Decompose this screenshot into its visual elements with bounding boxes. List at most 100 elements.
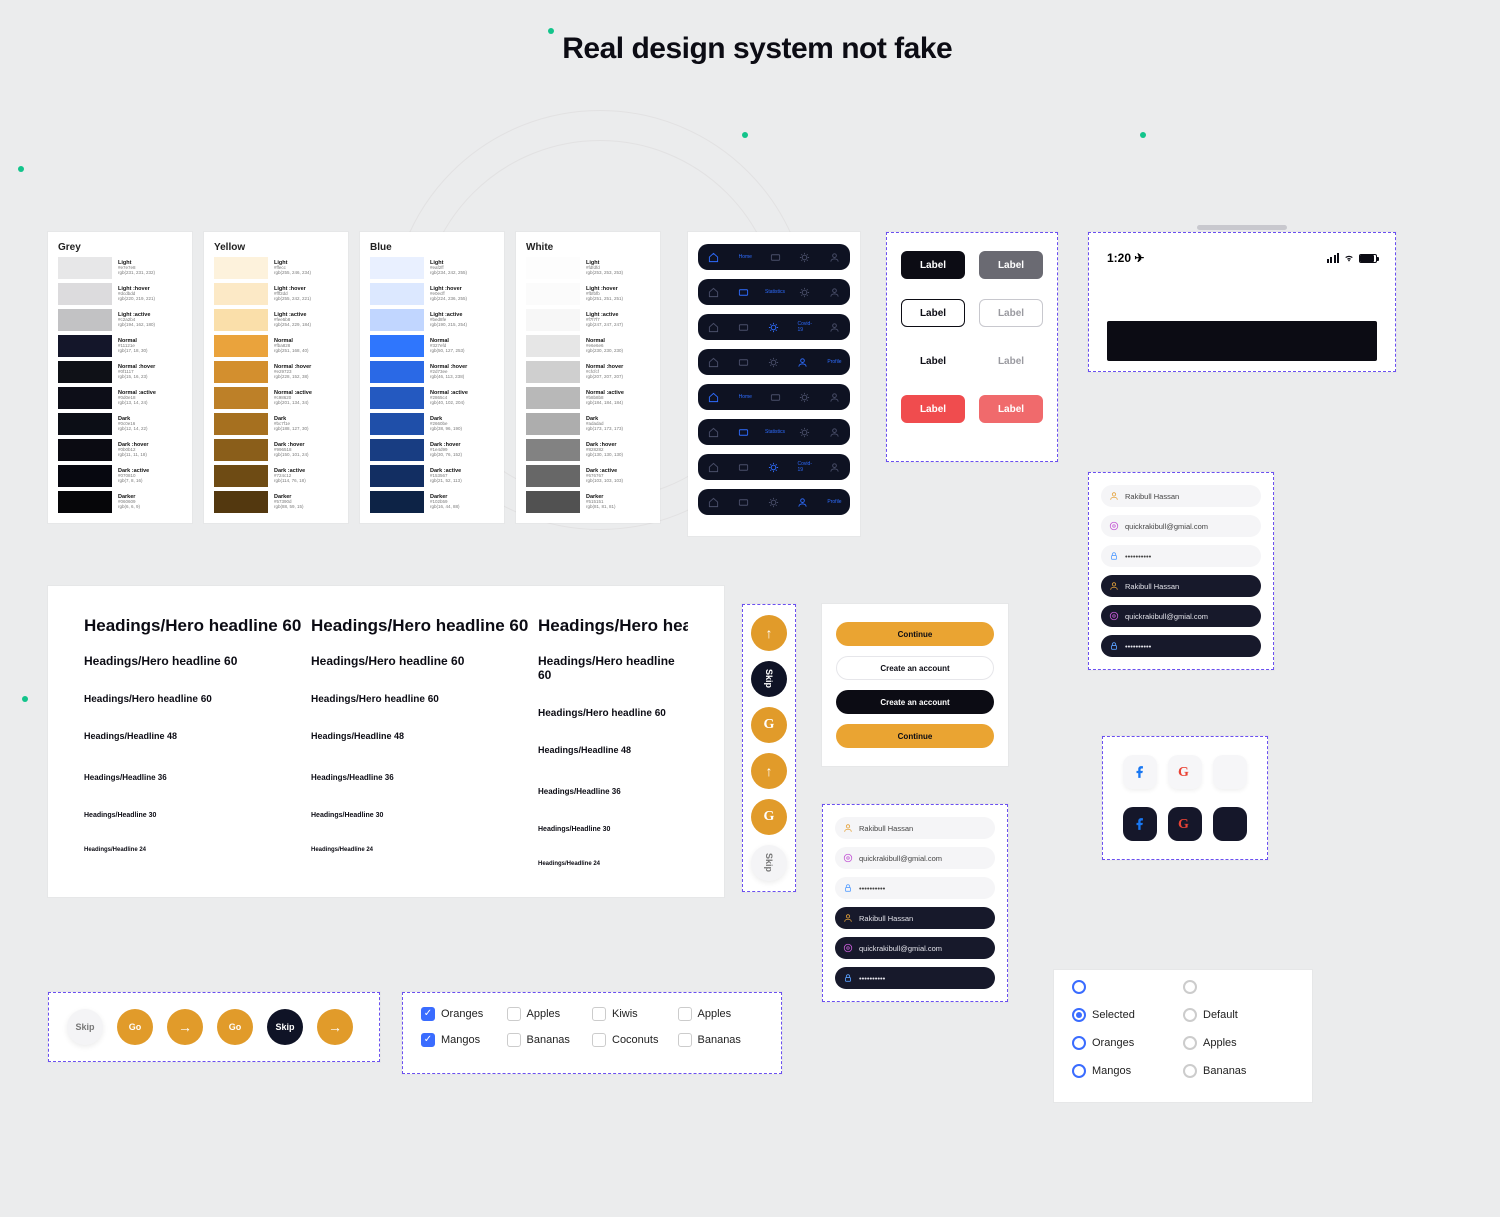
drag-handle[interactable]: [1197, 225, 1287, 230]
virus-icon[interactable]: [768, 462, 779, 473]
color-swatch[interactable]: [214, 439, 268, 461]
radio-item[interactable]: Apples: [1183, 1036, 1294, 1050]
create-account-button[interactable]: Create an account: [836, 656, 994, 680]
arrow-right-button[interactable]: →: [167, 1009, 203, 1045]
label-button-text[interactable]: Label: [901, 347, 965, 375]
continue-button[interactable]: Continue: [836, 724, 994, 748]
color-swatch[interactable]: [370, 309, 424, 331]
nav-pill[interactable]: Profile: [698, 349, 850, 375]
facebook-button-dark[interactable]: [1123, 807, 1157, 841]
color-swatch[interactable]: [214, 309, 268, 331]
home-icon[interactable]: [708, 392, 719, 403]
color-swatch[interactable]: [526, 283, 580, 305]
wallet-icon[interactable]: [738, 287, 749, 298]
skip-button-light[interactable]: Skip: [67, 1009, 103, 1045]
email-input[interactable]: quickrakibull@gmial.com: [835, 847, 995, 869]
home-icon[interactable]: [708, 252, 719, 263]
label-button-outline-disabled[interactable]: Label: [979, 299, 1043, 327]
color-swatch[interactable]: [370, 491, 424, 513]
user-icon[interactable]: [829, 427, 840, 438]
home-icon[interactable]: [708, 497, 719, 508]
label-button-text-disabled[interactable]: Label: [979, 347, 1043, 375]
checkbox[interactable]: [421, 1007, 435, 1021]
google-button[interactable]: G: [751, 799, 787, 835]
checkbox[interactable]: [507, 1033, 521, 1047]
color-swatch[interactable]: [58, 387, 112, 409]
color-swatch[interactable]: [58, 283, 112, 305]
color-swatch[interactable]: [526, 257, 580, 279]
skip-button[interactable]: Skip: [267, 1009, 303, 1045]
home-icon[interactable]: [708, 287, 719, 298]
email-input-dark[interactable]: quickrakibull@gmial.com: [1101, 605, 1261, 627]
password-input[interactable]: ••••••••••: [1101, 545, 1261, 567]
email-input-dark[interactable]: quickrakibull@gmial.com: [835, 937, 995, 959]
radio-item[interactable]: Oranges: [1072, 1036, 1183, 1050]
color-swatch[interactable]: [58, 465, 112, 487]
apple-button-dark[interactable]: [1213, 807, 1247, 841]
color-swatch[interactable]: [58, 491, 112, 513]
color-swatch[interactable]: [370, 439, 424, 461]
label-button-outline[interactable]: Label: [901, 299, 965, 327]
checkbox[interactable]: [421, 1033, 435, 1047]
color-swatch[interactable]: [58, 309, 112, 331]
wallet-icon[interactable]: [770, 252, 781, 263]
nav-pill[interactable]: Home: [698, 384, 850, 410]
radio[interactable]: [1183, 1008, 1197, 1022]
checkbox[interactable]: [678, 1007, 692, 1021]
checkbox[interactable]: [678, 1033, 692, 1047]
color-swatch[interactable]: [370, 335, 424, 357]
color-swatch[interactable]: [526, 413, 580, 435]
password-input-dark[interactable]: ••••••••••: [835, 967, 995, 989]
virus-icon[interactable]: [768, 497, 779, 508]
color-swatch[interactable]: [370, 283, 424, 305]
checkbox[interactable]: [507, 1007, 521, 1021]
color-swatch[interactable]: [214, 465, 268, 487]
name-input[interactable]: Rakibull Hassan: [835, 817, 995, 839]
go-button[interactable]: Go: [217, 1009, 253, 1045]
color-swatch[interactable]: [526, 335, 580, 357]
color-swatch[interactable]: [214, 387, 268, 409]
checkbox-item[interactable]: Bananas: [678, 1033, 764, 1047]
color-swatch[interactable]: [526, 387, 580, 409]
email-input[interactable]: quickrakibull@gmial.com: [1101, 515, 1261, 537]
wallet-icon[interactable]: [738, 322, 749, 333]
color-swatch[interactable]: [370, 387, 424, 409]
password-input-dark[interactable]: ••••••••••: [1101, 635, 1261, 657]
user-icon[interactable]: [829, 252, 840, 263]
nav-pill[interactable]: Profile: [698, 489, 850, 515]
user-icon[interactable]: [829, 462, 840, 473]
radio-item[interactable]: [1072, 980, 1183, 994]
color-swatch[interactable]: [370, 361, 424, 383]
virus-icon[interactable]: [799, 427, 810, 438]
color-swatch[interactable]: [214, 283, 268, 305]
home-icon[interactable]: [708, 462, 719, 473]
color-swatch[interactable]: [214, 335, 268, 357]
checkbox[interactable]: [592, 1033, 606, 1047]
name-input-dark[interactable]: Rakibull Hassan: [1101, 575, 1261, 597]
wallet-icon[interactable]: [738, 357, 749, 368]
color-swatch[interactable]: [58, 257, 112, 279]
color-swatch[interactable]: [58, 335, 112, 357]
virus-icon[interactable]: [768, 322, 779, 333]
checkbox-item[interactable]: Mangos: [421, 1033, 507, 1047]
wallet-icon[interactable]: [738, 462, 749, 473]
arrow-right-button[interactable]: →: [317, 1009, 353, 1045]
color-swatch[interactable]: [526, 465, 580, 487]
password-input[interactable]: ••••••••••: [835, 877, 995, 899]
label-button-secondary[interactable]: Label: [979, 251, 1043, 279]
go-button[interactable]: Go: [117, 1009, 153, 1045]
nav-pill[interactable]: Covid-19: [698, 314, 850, 340]
color-swatch[interactable]: [526, 309, 580, 331]
color-swatch[interactable]: [370, 413, 424, 435]
checkbox-item[interactable]: Kiwis: [592, 1007, 678, 1021]
home-icon[interactable]: [708, 322, 719, 333]
radio[interactable]: [1183, 1064, 1197, 1078]
checkbox[interactable]: [592, 1007, 606, 1021]
radio-item[interactable]: Selected: [1072, 1008, 1183, 1022]
radio-item[interactable]: Bananas: [1183, 1064, 1294, 1078]
virus-icon[interactable]: [799, 287, 810, 298]
facebook-button[interactable]: [1123, 755, 1157, 789]
user-icon[interactable]: [829, 392, 840, 403]
radio[interactable]: [1183, 1036, 1197, 1050]
name-input[interactable]: Rakibull Hassan: [1101, 485, 1261, 507]
